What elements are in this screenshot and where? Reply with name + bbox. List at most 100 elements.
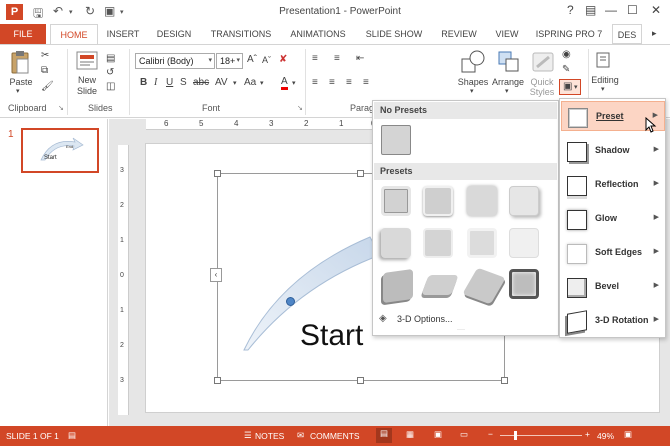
preset-11[interactable] <box>462 267 506 305</box>
new-slide-label-2[interactable]: Slide <box>72 86 102 96</box>
notes-button[interactable]: NOTES <box>255 431 284 441</box>
preset-3[interactable] <box>467 186 497 216</box>
help-button[interactable]: ? <box>567 3 574 17</box>
font-name-dropdown-icon[interactable]: ▾ <box>208 54 212 68</box>
ribbon-display-options-icon[interactable]: ▤ <box>585 3 596 17</box>
close-button[interactable]: ✕ <box>651 3 661 17</box>
tab-home[interactable]: HOME <box>50 24 98 45</box>
strikethrough-icon[interactable]: abc <box>193 77 209 88</box>
copy-icon[interactable]: ⧉ <box>41 65 48 76</box>
zoom-out-button[interactable]: − <box>488 429 493 439</box>
editing-dropdown-icon[interactable]: ▾ <box>601 85 605 93</box>
font-color-icon[interactable]: A <box>281 76 288 90</box>
tab-transitions[interactable]: TRANSITIONS <box>207 24 275 44</box>
underline-icon[interactable]: U <box>166 77 173 88</box>
slide-title-text[interactable]: Start <box>300 319 363 353</box>
cut-icon[interactable]: ✂ <box>41 50 49 61</box>
slide-show-button[interactable]: ▭ <box>460 429 468 440</box>
paste-dropdown-icon[interactable]: ▾ <box>16 87 20 95</box>
char-spacing-dropdown-icon[interactable]: ▾ <box>233 79 237 87</box>
paste-icon[interactable] <box>9 50 31 76</box>
layout-icon[interactable]: ▤ <box>106 53 115 64</box>
zoom-level[interactable]: 49% <box>597 431 614 441</box>
tab-drawing-tools-design[interactable]: DES <box>612 24 642 44</box>
arrange-icon[interactable] <box>497 49 521 75</box>
justify-icon[interactable]: ≡ <box>363 77 369 88</box>
new-slide-icon[interactable] <box>76 51 98 71</box>
layout-options-icon[interactable]: ‹ <box>210 268 222 282</box>
preset-5[interactable] <box>381 228 411 258</box>
start-from-beginning-icon[interactable]: ▣ <box>104 4 115 18</box>
menu-item-glow[interactable]: Glow ▶ <box>561 204 665 234</box>
normal-view-button[interactable]: ▤ <box>376 428 392 443</box>
clipboard-launcher-icon[interactable]: ↘ <box>58 104 64 112</box>
preset-1[interactable] <box>381 186 411 216</box>
resize-handle[interactable] <box>214 170 221 177</box>
fit-to-window-button[interactable]: ▣ <box>624 429 632 440</box>
undo-icon[interactable]: ↶ <box>53 4 63 18</box>
quick-styles-icon[interactable] <box>531 49 555 75</box>
zoom-in-button[interactable]: + <box>585 429 590 439</box>
quick-styles-label-1[interactable]: Quick <box>526 77 558 87</box>
preset-6[interactable] <box>423 228 453 258</box>
change-case-icon[interactable]: Aa <box>244 77 256 88</box>
arrange-dropdown-icon[interactable]: ▾ <box>505 87 509 95</box>
quick-styles-label-2[interactable]: Styles <box>526 87 558 97</box>
align-right-icon[interactable]: ≡ <box>346 77 352 88</box>
tab-insert[interactable]: INSERT <box>103 24 143 44</box>
tab-view[interactable]: VIEW <box>490 24 524 44</box>
zoom-slider-thumb[interactable] <box>514 431 517 440</box>
preset-10[interactable] <box>421 275 459 295</box>
preset-8[interactable] <box>509 228 539 258</box>
shapes-icon[interactable] <box>460 49 486 75</box>
tab-file[interactable]: FILE <box>0 24 46 44</box>
menu-item-bevel[interactable]: Bevel ▶ <box>561 272 665 302</box>
change-case-dropdown-icon[interactable]: ▾ <box>260 79 264 87</box>
section-icon[interactable]: ◫ <box>106 81 115 92</box>
preset-none[interactable] <box>381 125 411 155</box>
shapes-dropdown-icon[interactable]: ▾ <box>470 87 474 95</box>
editing-label[interactable]: Editing <box>586 75 624 85</box>
3d-options-item[interactable]: ◈ 3-D Options... <box>377 311 555 329</box>
zoom-slider[interactable] <box>500 435 582 436</box>
scroll-tabs-right-icon[interactable]: ▸ <box>652 28 657 39</box>
preset-9[interactable] <box>383 268 413 304</box>
reading-view-button[interactable]: ▣ <box>434 429 442 440</box>
clear-formatting-icon[interactable]: ✘ <box>279 54 287 65</box>
tab-design[interactable]: DESIGN <box>152 24 196 44</box>
comments-button[interactable]: COMMENTS <box>310 431 360 441</box>
font-color-dropdown-icon[interactable]: ▾ <box>292 79 296 87</box>
resize-handle[interactable] <box>501 377 508 384</box>
font-name-combo[interactable]: Calibri (Body) ▾ <box>135 53 215 69</box>
tab-review[interactable]: REVIEW <box>437 24 481 44</box>
tab-ispring-pro[interactable]: ISPRING PRO 7 <box>532 24 606 44</box>
shape-fill-icon[interactable]: ◉ <box>562 49 571 60</box>
align-left-icon[interactable]: ≡ <box>312 77 318 88</box>
italic-icon[interactable]: I <box>154 77 157 88</box>
save-icon[interactable]: 🖫 <box>33 4 43 25</box>
slide-sorter-button[interactable]: ▦ <box>406 429 414 440</box>
decrease-font-icon[interactable]: Aˇ <box>262 55 271 65</box>
undo-dropdown-icon[interactable]: ▾ <box>69 8 73 16</box>
menu-item-soft-edges[interactable]: Soft Edges ▶ <box>561 238 665 268</box>
menu-item-3d-rotation[interactable]: 3-D Rotation ▶ <box>561 306 665 336</box>
shape-outline-icon[interactable]: ✎ <box>562 64 570 75</box>
font-launcher-icon[interactable]: ↘ <box>297 104 303 112</box>
new-slide-label-1[interactable]: New <box>72 75 102 85</box>
customize-qat-icon[interactable]: ▾ <box>120 8 124 16</box>
increase-font-icon[interactable]: Aˆ <box>247 54 257 65</box>
resize-handle[interactable] <box>357 170 364 177</box>
numbering-icon[interactable]: ≡ <box>334 53 340 64</box>
tab-slide-show[interactable]: SLIDE SHOW <box>362 24 426 44</box>
comments-icon[interactable]: ✉ <box>297 430 304 441</box>
maximize-button[interactable]: ☐ <box>627 3 638 17</box>
paste-label[interactable]: Paste <box>6 77 36 87</box>
gallery-resize-grip[interactable]: ···· <box>457 327 465 333</box>
decrease-indent-icon[interactable]: ⇤ <box>356 53 364 64</box>
font-size-dropdown-icon[interactable]: ▾ <box>236 54 240 68</box>
format-painter-icon[interactable]: 🖌 <box>41 81 54 92</box>
preset-7[interactable] <box>467 228 497 258</box>
menu-item-reflection[interactable]: Reflection ▶ <box>561 170 665 200</box>
tab-animations[interactable]: ANIMATIONS <box>286 24 350 44</box>
editing-icon[interactable] <box>595 51 613 71</box>
